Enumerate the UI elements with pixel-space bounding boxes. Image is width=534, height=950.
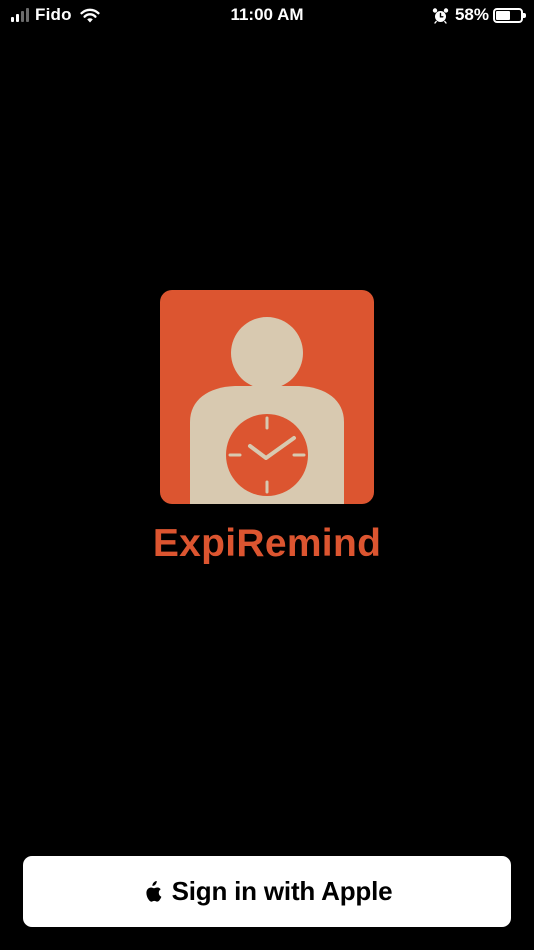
app-name: ExpiRemind: [152, 522, 382, 565]
app-logo: [160, 290, 374, 504]
person-with-clock-icon: [160, 290, 374, 504]
sign-in-label: Sign in with Apple: [171, 876, 393, 906]
battery-level: [496, 10, 510, 20]
apple-icon: [146, 880, 162, 902]
status-bar: Fido 11:00 AM 58%: [0, 0, 534, 32]
sign-in-with-apple-button[interactable]: Sign in with Apple: [23, 856, 511, 927]
alarm-icon: [432, 7, 449, 24]
battery-icon: [493, 7, 526, 23]
battery-percent: 58%: [454, 5, 489, 24]
status-bar-right: 58%: [432, 5, 526, 25]
